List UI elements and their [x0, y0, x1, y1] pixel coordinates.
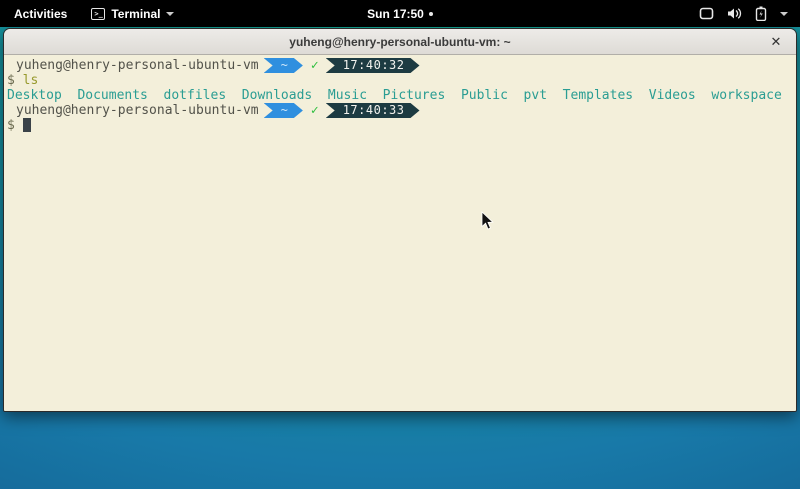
directory-name: Music [328, 88, 367, 103]
terminal-app-icon: >_ [91, 8, 105, 20]
directory-name: Templates [563, 88, 633, 103]
prompt-status-check: ✓ [311, 58, 319, 73]
directory-name: workspace [711, 88, 781, 103]
directory-name: Public [461, 88, 508, 103]
directory-name: dotfiles [164, 88, 227, 103]
display-icon [699, 7, 714, 20]
system-status-menu[interactable] [687, 0, 800, 27]
prompt-dollar: $ [7, 118, 15, 133]
prompt-user: yuheng@henry-personal-ubuntu-vm [7, 58, 259, 73]
input-line: $ [7, 118, 796, 133]
prompt-dollar: $ [7, 73, 15, 88]
ls-output: Desktop Documents dotfiles Downloads Mus… [7, 88, 796, 103]
activities-label: Activities [14, 7, 67, 21]
prompt-line-2: yuheng@henry-personal-ubuntu-vm ~ ✓ 17:4… [7, 103, 796, 118]
window-titlebar[interactable]: yuheng@henry-personal-ubuntu-vm: ~ ✕ [4, 29, 796, 55]
app-menu-label: Terminal [111, 7, 160, 21]
chevron-down-icon [780, 12, 788, 16]
prompt-path-segment: ~ [264, 103, 303, 118]
directory-name: Pictures [383, 88, 446, 103]
prompt-path-segment: ~ [264, 58, 303, 73]
notification-dot-icon [429, 12, 433, 16]
clock-button[interactable]: Sun 17:50 [367, 7, 433, 21]
window-title: yuheng@henry-personal-ubuntu-vm: ~ [289, 35, 510, 49]
gnome-top-bar: Activities >_ Terminal Sun 17:50 [0, 0, 800, 27]
volume-icon [727, 7, 742, 20]
chevron-down-icon [166, 12, 174, 16]
prompt-time-segment: 17:40:33 [326, 103, 420, 118]
prompt-user: yuheng@henry-personal-ubuntu-vm [7, 103, 259, 118]
app-menu-terminal[interactable]: >_ Terminal [81, 0, 184, 27]
command-line: $ ls [7, 73, 796, 88]
prompt-time-segment: 17:40:32 [326, 58, 420, 73]
command-text: ls [23, 73, 39, 88]
directory-name: Desktop [7, 88, 62, 103]
directory-name: Downloads [242, 88, 312, 103]
directory-name: Documents [77, 88, 147, 103]
close-button[interactable]: ✕ [767, 33, 785, 51]
activities-button[interactable]: Activities [0, 0, 81, 27]
terminal-window: yuheng@henry-personal-ubuntu-vm: ~ ✕ yuh… [3, 28, 797, 412]
prompt-status-check: ✓ [311, 103, 319, 118]
clock-label: Sun 17:50 [367, 7, 424, 21]
text-cursor-block [23, 118, 31, 132]
prompt-line-1: yuheng@henry-personal-ubuntu-vm ~ ✓ 17:4… [7, 58, 796, 73]
directory-name: Videos [649, 88, 696, 103]
terminal-content[interactable]: yuheng@henry-personal-ubuntu-vm ~ ✓ 17:4… [4, 55, 796, 411]
battery-charging-icon [755, 6, 767, 21]
directory-name: pvt [524, 88, 547, 103]
